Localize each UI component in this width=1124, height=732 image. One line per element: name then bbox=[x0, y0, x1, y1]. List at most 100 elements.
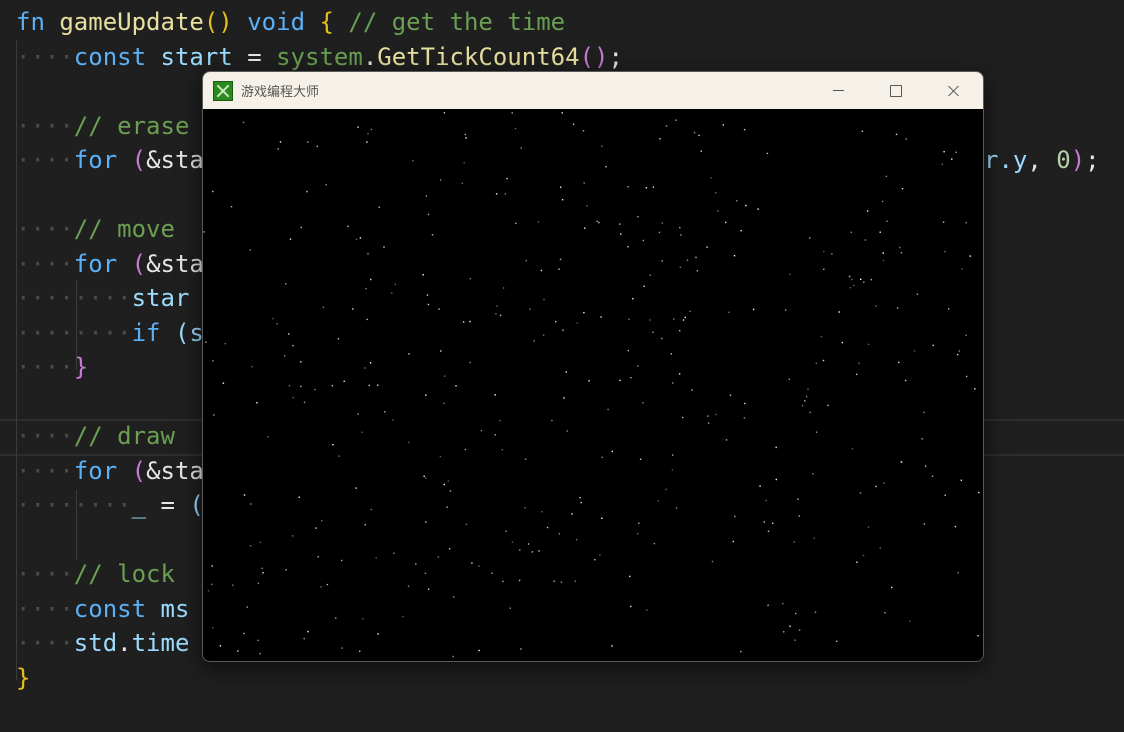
star bbox=[355, 487, 357, 489]
star bbox=[355, 238, 358, 241]
code-token: // get the time bbox=[348, 8, 566, 36]
green-x-app-icon bbox=[213, 80, 233, 101]
star bbox=[347, 225, 349, 227]
maximize-button[interactable] bbox=[867, 72, 925, 109]
star bbox=[495, 193, 498, 195]
star bbox=[767, 530, 770, 532]
star bbox=[455, 385, 457, 387]
code-token: , bbox=[1027, 146, 1057, 174]
star bbox=[789, 273, 791, 275]
star bbox=[257, 639, 259, 642]
star bbox=[942, 221, 945, 223]
star bbox=[965, 334, 967, 336]
indent-whitespace: ···· bbox=[16, 215, 74, 243]
star bbox=[520, 648, 522, 650]
star bbox=[443, 402, 445, 404]
star bbox=[763, 521, 765, 523]
star bbox=[543, 298, 545, 301]
star bbox=[213, 414, 215, 416]
star bbox=[449, 490, 452, 492]
star bbox=[891, 586, 893, 589]
star bbox=[969, 255, 971, 257]
star bbox=[584, 227, 586, 229]
star bbox=[955, 151, 957, 153]
star bbox=[448, 548, 451, 550]
star bbox=[203, 231, 205, 233]
star bbox=[858, 362, 860, 364]
star bbox=[394, 283, 396, 286]
star bbox=[875, 485, 877, 488]
star bbox=[814, 611, 817, 613]
star bbox=[627, 349, 629, 352]
star bbox=[638, 522, 640, 524]
star bbox=[881, 200, 884, 203]
star bbox=[649, 274, 651, 276]
star bbox=[775, 478, 777, 481]
star bbox=[646, 609, 648, 611]
star bbox=[529, 308, 531, 310]
star bbox=[364, 524, 366, 526]
star bbox=[426, 294, 429, 296]
star bbox=[899, 246, 901, 249]
star bbox=[464, 133, 466, 136]
title-bar[interactable]: 游戏编程大师 bbox=[203, 72, 983, 109]
star bbox=[478, 649, 480, 652]
code-token: // erase bbox=[73, 111, 190, 140]
star bbox=[960, 479, 962, 481]
star bbox=[361, 431, 363, 433]
star bbox=[212, 627, 214, 629]
code-token: GetTickCount64 bbox=[377, 42, 580, 71]
star bbox=[285, 569, 287, 571]
star bbox=[469, 320, 471, 323]
star bbox=[359, 650, 361, 652]
code-token: time bbox=[131, 629, 190, 657]
star bbox=[707, 415, 709, 417]
star bbox=[316, 145, 318, 147]
star bbox=[809, 411, 811, 414]
star bbox=[359, 237, 362, 239]
star bbox=[212, 190, 214, 193]
star bbox=[515, 222, 517, 225]
star bbox=[461, 182, 464, 184]
star bbox=[812, 473, 814, 475]
star bbox=[896, 307, 899, 309]
star bbox=[862, 554, 865, 557]
maximize-icon bbox=[890, 84, 902, 97]
star bbox=[438, 308, 440, 310]
star bbox=[364, 367, 366, 369]
star bbox=[383, 246, 385, 248]
star bbox=[565, 371, 567, 373]
starfield-canvas bbox=[203, 109, 983, 661]
star bbox=[357, 413, 359, 415]
minimize-button[interactable] bbox=[809, 72, 867, 109]
star bbox=[831, 253, 833, 255]
star bbox=[797, 498, 799, 500]
indent-whitespace: ···· bbox=[16, 491, 74, 519]
close-button[interactable] bbox=[925, 72, 983, 109]
star bbox=[795, 612, 797, 615]
star bbox=[524, 458, 527, 460]
star bbox=[537, 221, 540, 223]
star bbox=[412, 160, 414, 162]
app-window[interactable]: 游戏编程大师 bbox=[202, 71, 984, 662]
star bbox=[856, 373, 858, 376]
star bbox=[499, 314, 502, 317]
star bbox=[607, 408, 609, 411]
star bbox=[629, 575, 631, 578]
star bbox=[242, 121, 245, 124]
star bbox=[675, 507, 678, 509]
indent-whitespace: ···· bbox=[16, 353, 74, 381]
star bbox=[377, 384, 379, 386]
star bbox=[551, 419, 553, 422]
star bbox=[958, 350, 961, 352]
star bbox=[427, 213, 430, 216]
indent-guide bbox=[76, 280, 77, 370]
star bbox=[645, 187, 648, 189]
star bbox=[332, 444, 334, 446]
star bbox=[272, 318, 274, 320]
star bbox=[583, 311, 585, 314]
star bbox=[453, 596, 455, 598]
code-token: (s bbox=[174, 318, 204, 347]
